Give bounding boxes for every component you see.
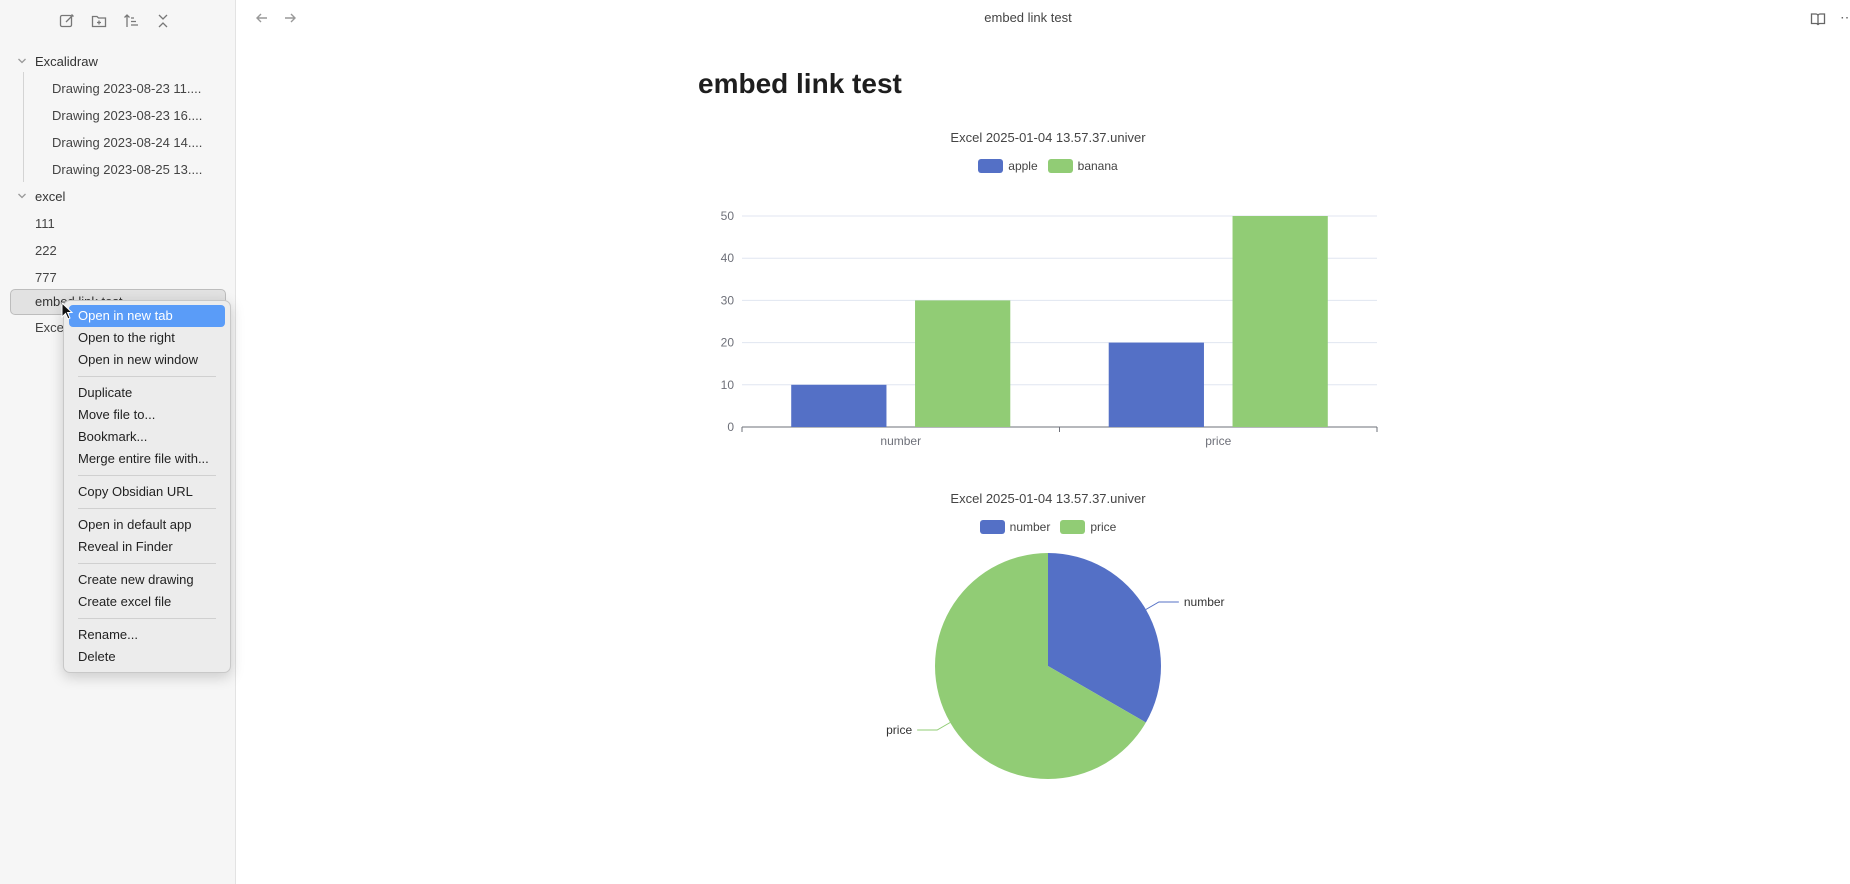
- pie-slice-label: price: [886, 723, 912, 737]
- menu-separator: [78, 563, 216, 564]
- menu-item-open-in-default-app[interactable]: Open in default app: [69, 514, 225, 536]
- chevron-down-icon: [18, 58, 26, 64]
- menu-item-reveal-in-finder[interactable]: Reveal in Finder: [69, 536, 225, 558]
- bar-banana-number[interactable]: [915, 300, 1011, 427]
- legend-swatch: [1060, 520, 1086, 534]
- legend-item[interactable]: banana: [1047, 159, 1118, 173]
- bar-chart-title: Excel 2025-01-04 13.57.37.univer: [950, 130, 1146, 145]
- more-options-icon[interactable]: ⋯: [1840, 10, 1850, 26]
- folder-item[interactable]: excel: [0, 183, 236, 210]
- pie-chart: number price: [886, 553, 1225, 779]
- menu-separator: [78, 618, 216, 619]
- file-item-partial[interactable]: Exce: [35, 317, 64, 339]
- file-item[interactable]: Drawing 2023-08-24 14....: [0, 129, 236, 156]
- y-tick-label: 0: [727, 420, 734, 434]
- bar-chart: 0 10 20 30 40 50 number price: [721, 209, 1378, 448]
- menu-item-create-excel-file[interactable]: Create excel file: [69, 591, 225, 613]
- bar-chart-legend: apple banana: [700, 159, 1396, 173]
- legend-label: number: [1009, 520, 1051, 534]
- pie-chart-legend: number price: [700, 520, 1396, 534]
- tree-item-label: Excalidraw: [35, 54, 98, 69]
- legend-item[interactable]: number: [979, 520, 1051, 534]
- new-note-button[interactable]: [58, 10, 76, 32]
- file-item[interactable]: 111: [0, 210, 236, 237]
- reading-view-icon[interactable]: [1810, 11, 1826, 27]
- y-tick-label: 50: [721, 209, 735, 223]
- menu-item-merge-entire-file-with[interactable]: Merge entire file with...: [69, 448, 225, 470]
- legend-item[interactable]: price: [1060, 520, 1116, 534]
- collapse-icon: [158, 14, 168, 28]
- menu-item-copy-obsidian-url[interactable]: Copy Obsidian URL: [69, 481, 225, 503]
- tree-item-label: 111: [35, 216, 55, 231]
- legend-label: apple: [1008, 159, 1038, 173]
- legend-swatch: [979, 520, 1005, 534]
- view-header-title[interactable]: embed link test: [236, 10, 1820, 25]
- tree-item-label: 777: [35, 270, 57, 285]
- file-item[interactable]: Drawing 2023-08-25 13....: [0, 156, 236, 183]
- context-menu: Open in new tab Open to the right Open in …: [63, 300, 231, 673]
- app-window: Excalidraw Drawing 2023-08-23 11.... Drawi…: [0, 0, 1850, 884]
- pie-slice-label: number: [1184, 595, 1225, 609]
- y-tick-label: 40: [721, 251, 735, 265]
- edit-icon: [59, 14, 74, 28]
- sort-button[interactable]: [122, 10, 140, 32]
- menu-item-delete[interactable]: Delete: [69, 646, 225, 668]
- explorer-toolbar: [58, 10, 172, 32]
- menu-separator: [78, 508, 216, 509]
- menu-separator: [78, 475, 216, 476]
- bar-apple-price[interactable]: [1108, 342, 1204, 427]
- file-item[interactable]: 777: [0, 264, 236, 291]
- folder-plus-icon: [91, 15, 107, 28]
- y-tick-label: 10: [721, 378, 735, 392]
- menu-item-duplicate[interactable]: Duplicate: [69, 382, 225, 404]
- x-tick-label: price: [1205, 434, 1231, 448]
- menu-item-create-new-drawing[interactable]: Create new drawing: [69, 569, 225, 591]
- collapse-all-button[interactable]: [154, 10, 172, 32]
- y-tick-label: 20: [721, 336, 735, 350]
- y-tick-label: 30: [721, 293, 735, 307]
- menu-item-rename[interactable]: Rename...: [69, 624, 225, 646]
- legend-label: price: [1090, 520, 1117, 534]
- menu-item-bookmark[interactable]: Bookmark...: [69, 426, 225, 448]
- menu-item-move-file-to[interactable]: Move file to...: [69, 404, 225, 426]
- tree-item-label: excel: [35, 189, 66, 204]
- legend-label: banana: [1077, 159, 1118, 173]
- tree-item-label: 222: [35, 243, 57, 258]
- file-item[interactable]: Drawing 2023-08-23 11....: [0, 75, 236, 102]
- folder-item[interactable]: Excalidraw: [0, 48, 236, 75]
- legend-swatch: [1047, 159, 1073, 173]
- tree-item-label: Drawing 2023-08-23 11....: [52, 81, 202, 96]
- tree-item-label: Drawing 2023-08-23 16....: [52, 108, 203, 123]
- chevron-down-icon: [18, 193, 26, 199]
- bar-apple-number[interactable]: [791, 384, 887, 427]
- file-item[interactable]: 222: [0, 237, 236, 264]
- bar-banana-price[interactable]: [1232, 216, 1328, 427]
- menu-item-open-in-new-window[interactable]: Open in new window: [69, 349, 225, 371]
- tree-item-label: Drawing 2023-08-24 14....: [52, 135, 203, 150]
- legend-swatch: [978, 159, 1004, 173]
- file-tree: Excalidraw Drawing 2023-08-23 11.... Drawi…: [0, 48, 236, 291]
- view-header: embed link test ⋯: [236, 0, 1850, 38]
- sort-icon: [124, 14, 138, 27]
- file-item[interactable]: Drawing 2023-08-23 16....: [0, 102, 236, 129]
- menu-separator: [78, 376, 216, 377]
- menu-item-open-in-new-tab[interactable]: Open in new tab: [69, 305, 225, 327]
- menu-item-open-to-the-right[interactable]: Open to the right: [69, 327, 225, 349]
- pie-chart-title: Excel 2025-01-04 13.57.37.univer: [950, 491, 1146, 506]
- x-tick-label: number: [880, 434, 921, 448]
- tree-item-label: Drawing 2023-08-25 13....: [52, 162, 203, 177]
- document-title: embed link test: [698, 68, 902, 99]
- pie-label-line: [1145, 601, 1179, 610]
- pie-label-line: [917, 722, 951, 731]
- legend-item[interactable]: apple: [978, 159, 1038, 173]
- new-folder-button[interactable]: [90, 10, 108, 32]
- mouse-cursor-icon: [61, 302, 73, 320]
